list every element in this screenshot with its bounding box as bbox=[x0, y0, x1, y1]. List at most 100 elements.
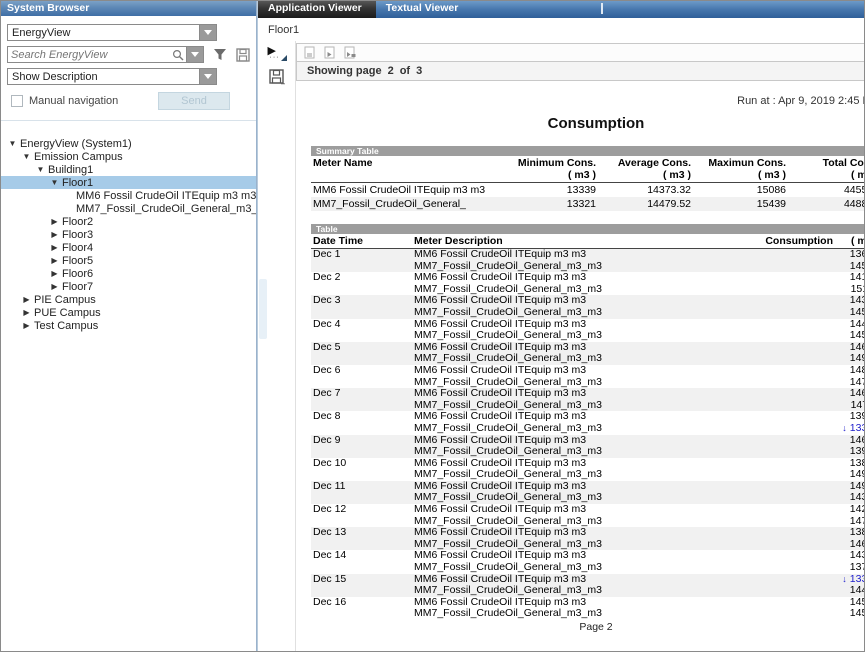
viewer-tabbar: Application Viewer Textual Viewer bbox=[258, 1, 865, 18]
detail-meter-description: MM6 Fossil CrudeOil ITEquip m3 m3 bbox=[414, 365, 647, 377]
detail-table-body: Dec 1 MM6 Fossil CrudeOil ITEquip m3 m3 13… bbox=[311, 249, 865, 620]
page-nav-next-icon[interactable] bbox=[324, 46, 335, 59]
tree-item[interactable]: ▶PUE Campus bbox=[1, 306, 256, 319]
tree-item[interactable]: ▼Emission Campus bbox=[1, 150, 256, 163]
detail-table-header: Date Time Meter Description Consumption … bbox=[311, 234, 865, 249]
tree-item[interactable]: ▶Floor7 bbox=[1, 280, 256, 293]
detail-date bbox=[311, 446, 414, 458]
tree-item-label: Test Campus bbox=[32, 320, 98, 332]
view-selector-dropdown[interactable]: EnergyView bbox=[7, 24, 217, 41]
tree-item[interactable]: ▶Test Campus bbox=[1, 319, 256, 332]
browser-controls: EnergyView bbox=[1, 16, 256, 121]
detail-line: Dec 12MM6 Fossil CrudeOil ITEquip m3 m31… bbox=[311, 504, 865, 516]
detail-consumption-value: 14269 bbox=[647, 504, 865, 516]
detail-line: MM7_Fossil_CrudeOil_General_m3_m314421 bbox=[311, 585, 865, 597]
tree-item[interactable]: ▶Floor3 bbox=[1, 228, 256, 241]
save-filter-icon[interactable] bbox=[236, 48, 250, 62]
chevron-down-icon[interactable] bbox=[199, 69, 216, 84]
tree-item-label: PIE Campus bbox=[32, 294, 96, 306]
detail-meter-description: MM7_Fossil_CrudeOil_General_m3_m3 bbox=[414, 330, 647, 342]
filter-icon[interactable] bbox=[213, 48, 227, 61]
tree-collapsed-icon[interactable]: ▶ bbox=[49, 269, 60, 278]
detail-consumption-value: 13886 bbox=[647, 527, 865, 539]
detail-consumption-value: 14346 bbox=[647, 295, 865, 307]
page-nav-first-icon[interactable] bbox=[304, 46, 315, 59]
detail-consumption-value: 15113 bbox=[647, 284, 865, 296]
summary-cell-min: 13321 bbox=[501, 198, 596, 210]
summary-table-body: MM6 Fossil CrudeOil ITEquip m3 m31333914… bbox=[311, 183, 865, 211]
col-avg-cons: Average Cons.( m3 ) bbox=[596, 157, 691, 181]
tree-item[interactable]: ▼Building1 bbox=[1, 163, 256, 176]
detail-consumption-value: 14572 bbox=[647, 307, 865, 319]
tree-item-label: Floor1 bbox=[60, 177, 93, 189]
detail-date-block: Dec 12MM6 Fossil CrudeOil ITEquip m3 m31… bbox=[311, 504, 865, 527]
detail-date: Dec 1 bbox=[311, 249, 414, 261]
detail-consumption-value: ↓13321 bbox=[647, 423, 865, 435]
detail-date: Dec 11 bbox=[311, 481, 414, 493]
tree-expanded-icon[interactable]: ▼ bbox=[21, 152, 32, 161]
search-input[interactable] bbox=[8, 47, 172, 62]
detail-table-section-bar: Table bbox=[311, 224, 865, 234]
detail-consumption-value: 14421 bbox=[647, 585, 865, 597]
detail-date-block: Dec 14MM6 Fossil CrudeOil ITEquip m3 m31… bbox=[311, 550, 865, 573]
tree-item[interactable]: ▶Floor2 bbox=[1, 215, 256, 228]
search-box[interactable] bbox=[7, 46, 204, 63]
detail-consumption-value: ↓13339 bbox=[647, 574, 865, 586]
tree-collapsed-icon[interactable]: ▶ bbox=[21, 308, 32, 317]
tree-item[interactable]: MM7_Fossil_CrudeOil_General_m3_m3 bbox=[1, 202, 256, 215]
tree-expanded-icon[interactable]: ▼ bbox=[35, 165, 46, 174]
detail-consumption-value: 14711 bbox=[647, 400, 865, 412]
tree-item-label: Floor2 bbox=[60, 216, 93, 228]
tree-item[interactable]: ▶Floor5 bbox=[1, 254, 256, 267]
tree-item[interactable]: MM6 Fossil CrudeOil ITEquip m3 m3 bbox=[1, 189, 256, 202]
col-total-cons: Total Cons.( m3 ) bbox=[786, 157, 865, 181]
detail-consumption-value: 14565 bbox=[647, 597, 865, 609]
tab-application-viewer[interactable]: Application Viewer bbox=[258, 1, 376, 18]
tree-expanded-icon[interactable]: ▼ bbox=[7, 139, 18, 148]
detail-consumption-value: 14188 bbox=[647, 272, 865, 284]
splitter-handle[interactable] bbox=[259, 279, 267, 339]
tree-item-label: Floor4 bbox=[60, 242, 93, 254]
manual-navigation-checkbox[interactable] bbox=[11, 95, 23, 107]
tree-item[interactable]: ▶Floor4 bbox=[1, 241, 256, 254]
tree-item[interactable]: ▼EnergyView (System1) bbox=[1, 137, 256, 150]
tree-collapsed-icon[interactable]: ▶ bbox=[49, 256, 60, 265]
tree-item[interactable]: ▼Floor1 bbox=[1, 176, 256, 189]
tree-collapsed-icon[interactable]: ▶ bbox=[49, 217, 60, 226]
detail-consumption-value: 14519 bbox=[647, 608, 865, 620]
detail-line: MM7_Fossil_CrudeOil_General_m3_m314744 bbox=[311, 516, 865, 528]
detail-consumption-value: 14578 bbox=[647, 330, 865, 342]
detail-date bbox=[311, 562, 414, 574]
chevron-down-icon[interactable] bbox=[199, 25, 216, 40]
col-consumption: Consumption bbox=[765, 235, 833, 247]
detail-line: Dec 7MM6 Fossil CrudeOil ITEquip m3 m314… bbox=[311, 388, 865, 400]
tree-item-label: Floor7 bbox=[60, 281, 93, 293]
viewer-gutter: ▶··· bbox=[258, 41, 295, 651]
tree-collapsed-icon[interactable]: ▶ bbox=[49, 230, 60, 239]
paging-status-of: of bbox=[400, 65, 410, 77]
detail-line: MM7_Fossil_CrudeOil_General_m3_m315113 bbox=[311, 284, 865, 296]
detail-line: MM7_Fossil_CrudeOil_General_m3_m314656 bbox=[311, 539, 865, 551]
detail-date-block: Dec 4MM6 Fossil CrudeOil ITEquip m3 m314… bbox=[311, 319, 865, 342]
tree-collapsed-icon[interactable]: ▶ bbox=[21, 321, 32, 330]
search-options-chevron-icon[interactable] bbox=[186, 47, 203, 62]
tree-collapsed-icon[interactable]: ▶ bbox=[49, 282, 60, 291]
panel-splitter[interactable] bbox=[257, 1, 258, 651]
tree-collapsed-icon[interactable]: ▶ bbox=[21, 295, 32, 304]
send-button[interactable]: Send bbox=[158, 92, 230, 110]
description-selector-dropdown[interactable]: Show Description bbox=[7, 68, 217, 85]
save-report-icon[interactable] bbox=[269, 69, 285, 85]
page-nav-last-icon[interactable] bbox=[344, 46, 357, 59]
paging-status-current: 2 bbox=[388, 65, 394, 77]
tree-item[interactable]: ▶Floor6 bbox=[1, 267, 256, 280]
app-window: System Browser EnergyView bbox=[0, 0, 865, 652]
tree-item[interactable]: ▶PIE Campus bbox=[1, 293, 256, 306]
tree-item-label: Floor3 bbox=[60, 229, 93, 241]
tree-expanded-icon[interactable]: ▼ bbox=[49, 178, 60, 187]
tab-textual-viewer[interactable]: Textual Viewer bbox=[376, 1, 486, 18]
tree-item-label: MM7_Fossil_CrudeOil_General_m3_m3 bbox=[74, 203, 256, 215]
detail-date: Dec 14 bbox=[311, 550, 414, 562]
paging-status-prefix: Showing page bbox=[307, 65, 382, 77]
tree-collapsed-icon[interactable]: ▶ bbox=[49, 243, 60, 252]
run-report-icon[interactable]: ▶··· bbox=[267, 44, 287, 62]
